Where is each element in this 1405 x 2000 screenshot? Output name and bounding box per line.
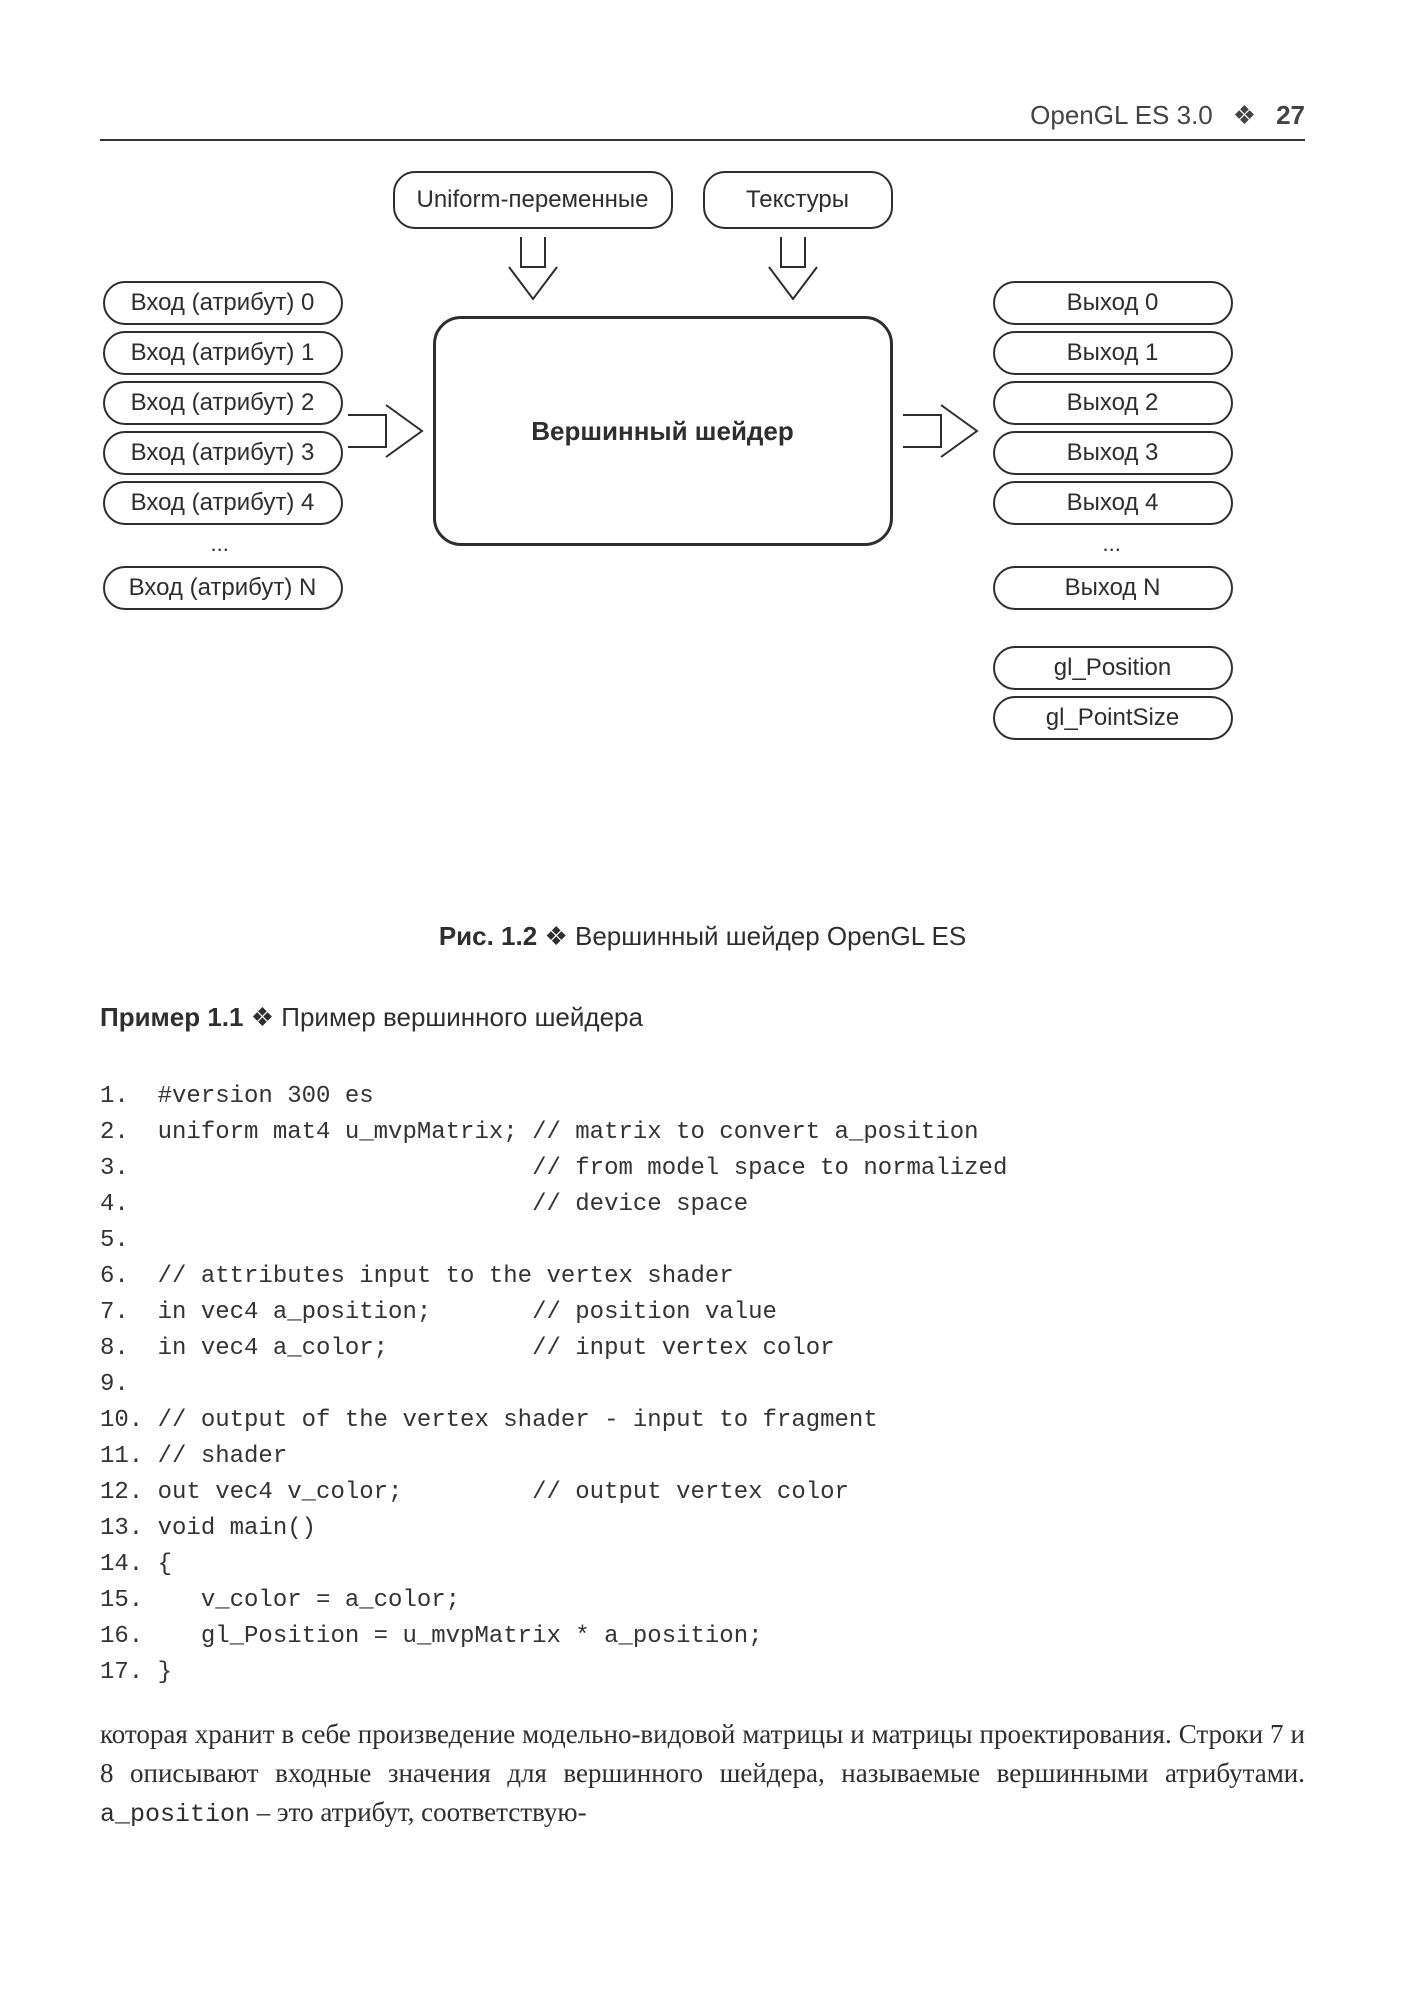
code-line: 3. // from model space to normalized [100, 1155, 1007, 1182]
header-title: OpenGL ES 3.0 [1030, 100, 1213, 131]
code-line: 14. { [100, 1551, 172, 1578]
example-text: Пример вершинного шейдера [281, 1002, 643, 1032]
vertex-shader-box: Вершинный шейдер [433, 316, 893, 546]
vertex-shader-diagram: Uniform-переменные Текстуры Вершинный ше… [103, 171, 1303, 891]
code-line: 9. [100, 1371, 129, 1398]
output-2: Выход 2 [993, 381, 1233, 425]
inline-code: a_position [100, 1800, 250, 1829]
running-header: OpenGL ES 3.0 ❖ 27 [100, 100, 1305, 141]
code-line: 10. // output of the vertex shader - inp… [100, 1407, 878, 1434]
arrow-right-icon [348, 401, 428, 461]
code-line: 5. [100, 1227, 129, 1254]
input-attr-4: Вход (атрибут) 4 [103, 481, 343, 525]
output-n: Выход N [993, 566, 1233, 610]
gl-position-box: gl_Position [993, 646, 1233, 690]
input-attr-1: Вход (атрибут) 1 [103, 331, 343, 375]
input-ellipsis: ... [211, 531, 229, 557]
code-line: 11. // shader [100, 1443, 287, 1470]
output-0: Выход 0 [993, 281, 1233, 325]
code-line: 16. gl_Position = u_mvpMatrix * a_positi… [100, 1623, 763, 1650]
code-line: 4. // device space [100, 1191, 748, 1218]
output-1: Выход 1 [993, 331, 1233, 375]
input-attr-2: Вход (атрибут) 2 [103, 381, 343, 425]
code-line: 12. out vec4 v_color; // output vertex c… [100, 1479, 849, 1506]
output-4: Выход 4 [993, 481, 1233, 525]
code-line: 8. in vec4 a_color; // input vertex colo… [100, 1335, 835, 1362]
input-attr-3: Вход (атрибут) 3 [103, 431, 343, 475]
body-part-1: которая хранит в себе произведение модел… [100, 1719, 1305, 1788]
input-attr-n: Вход (атрибут) N [103, 566, 343, 610]
output-3: Выход 3 [993, 431, 1233, 475]
code-line: 7. in vec4 a_position; // position value [100, 1299, 777, 1326]
figure-text: Вершинный шейдер OpenGL ES [575, 921, 966, 951]
input-attr-0: Вход (атрибут) 0 [103, 281, 343, 325]
code-line: 17. } [100, 1659, 172, 1686]
header-bullet: ❖ [1233, 100, 1256, 131]
arrow-right-icon [903, 401, 983, 461]
body-paragraph: которая хранит в себе произведение модел… [100, 1715, 1305, 1834]
code-listing: 1. #version 300 es 2. uniform mat4 u_mvp… [100, 1043, 1305, 1691]
textures-box: Текстуры [703, 171, 893, 229]
figure-caption: Рис. 1.2 ❖ Вершинный шейдер OpenGL ES [100, 921, 1305, 952]
code-line: 2. uniform mat4 u_mvpMatrix; // matrix t… [100, 1119, 979, 1146]
uniform-variables-box: Uniform-переменные [393, 171, 673, 229]
book-page: OpenGL ES 3.0 ❖ 27 Uniform-переменные Те… [0, 0, 1405, 2000]
figure-label: Рис. 1.2 [439, 921, 537, 951]
code-line: 6. // attributes input to the vertex sha… [100, 1263, 734, 1290]
page-number: 27 [1276, 100, 1305, 131]
code-line: 13. void main() [100, 1515, 316, 1542]
example-label: Пример 1.1 [100, 1002, 244, 1032]
body-part-2: – это атрибут, соответствую- [250, 1797, 587, 1827]
arrow-down-icon [763, 237, 823, 307]
arrow-down-icon [503, 237, 563, 307]
output-ellipsis: ... [1103, 531, 1121, 557]
figure-bullet: ❖ [544, 921, 567, 951]
example-caption: Пример 1.1 ❖ Пример вершинного шейдера [100, 1002, 1305, 1033]
code-line: 1. #version 300 es [100, 1083, 374, 1110]
example-bullet: ❖ [251, 1002, 274, 1032]
code-line: 15. v_color = a_color; [100, 1587, 460, 1614]
gl-pointsize-box: gl_PointSize [993, 696, 1233, 740]
